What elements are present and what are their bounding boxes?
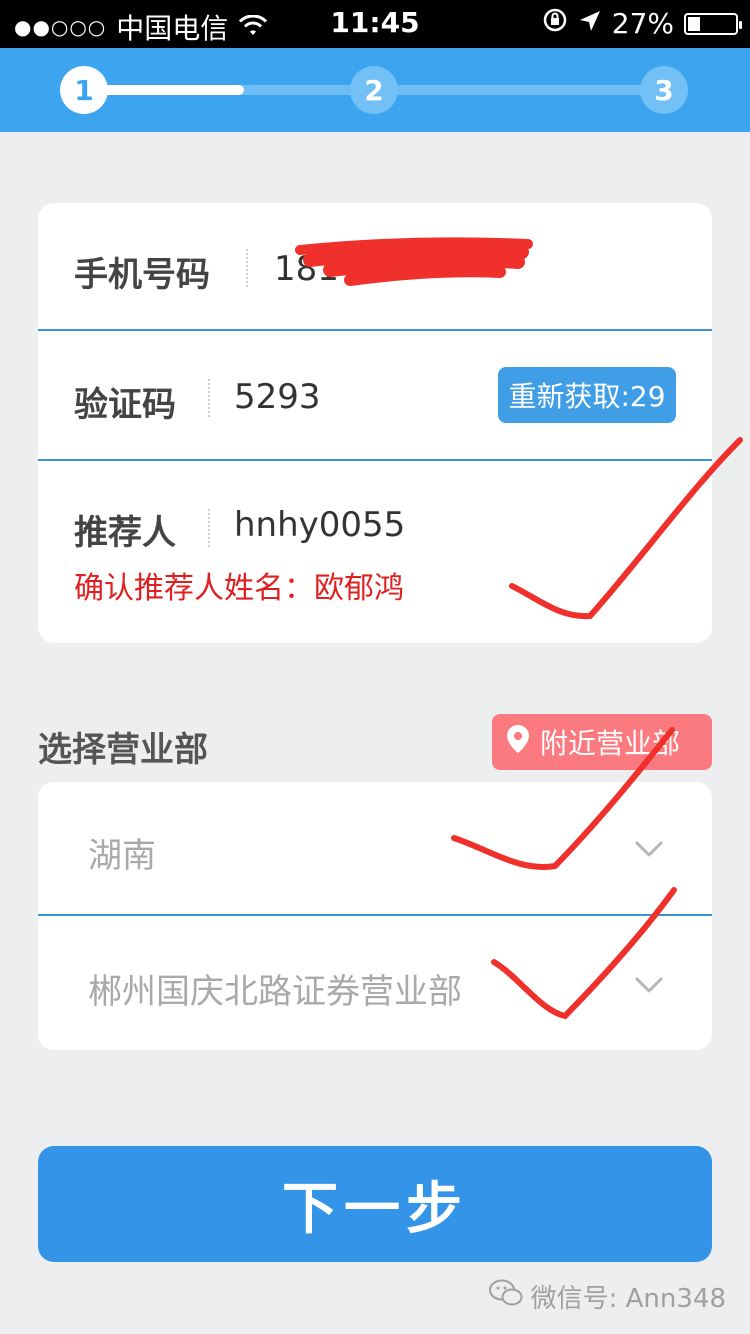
- referrer-confirm-text: 确认推荐人姓名：欧郁鸿: [74, 571, 404, 606]
- phone-separator: [246, 249, 248, 287]
- phone-label: 手机号码: [74, 255, 210, 295]
- code-label: 验证码: [74, 385, 176, 425]
- location-arrow-icon: [578, 7, 602, 40]
- step-2: 2: [350, 66, 398, 114]
- code-separator: [208, 379, 210, 417]
- rotation-lock-icon: [542, 7, 568, 40]
- nearby-branch-label: 附近营业部: [540, 727, 681, 760]
- next-step-button[interactable]: 下一步: [38, 1146, 712, 1262]
- annotation-overlay: [295, 237, 743, 1020]
- chevron-down-icon: [634, 970, 664, 1000]
- verification-code-input[interactable]: 5293: [234, 377, 321, 417]
- step-indicator: 1 2 3: [0, 48, 750, 132]
- referrer-separator: [208, 509, 210, 547]
- branch-select-card: 湖南 郴州国庆北路证券营业部: [38, 782, 712, 1050]
- office-select[interactable]: 郴州国庆北路证券营业部: [38, 916, 712, 1050]
- battery-fill: [688, 16, 700, 31]
- province-select[interactable]: 湖南: [38, 782, 712, 916]
- location-pin-icon: [506, 724, 530, 761]
- status-right: 27%: [542, 7, 742, 40]
- account-info-card: 手机号码 181 验证码 5293 重新获取:29 推荐人 hnhy0055 确…: [38, 203, 712, 643]
- step-3: 3: [640, 66, 688, 114]
- referrer-row: 推荐人 hnhy0055: [38, 461, 712, 643]
- wechat-watermark: 微信号: Ann348: [488, 1278, 726, 1315]
- watermark-text: 微信号: Ann348: [530, 1284, 726, 1314]
- referrer-input[interactable]: hnhy0055: [234, 505, 405, 545]
- battery-icon: [684, 12, 742, 35]
- step-progress: [84, 85, 244, 95]
- nearby-branch-button[interactable]: 附近营业部: [492, 714, 712, 770]
- resend-code-button[interactable]: 重新获取:29: [498, 367, 676, 423]
- office-select-value: 郴州国庆北路证券营业部: [88, 972, 462, 1012]
- step-1: 1: [60, 66, 108, 114]
- chevron-down-icon: [634, 834, 664, 864]
- wechat-icon: [488, 1279, 523, 1314]
- referrer-label: 推荐人: [74, 513, 176, 553]
- branch-section-title: 选择营业部: [38, 730, 208, 770]
- phone-input[interactable]: 181: [274, 249, 339, 289]
- status-bar: ●●○○○ 中国电信 11:45 27%: [0, 0, 750, 48]
- battery-percent: 27%: [611, 7, 674, 40]
- phone-row: 手机号码 181: [38, 203, 712, 331]
- province-select-value: 湖南: [88, 836, 156, 876]
